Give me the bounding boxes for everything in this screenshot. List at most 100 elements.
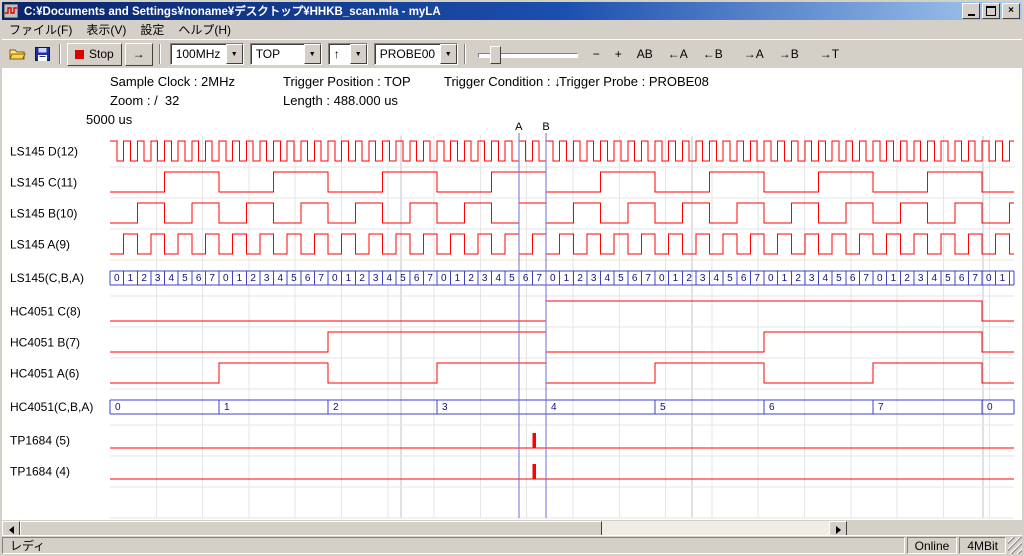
zoom-slider[interactable] [478, 44, 578, 64]
toolbar-separator [464, 44, 466, 64]
bus-value: 1 [128, 273, 134, 284]
trigger-position-combo[interactable]: TOP ▼ [250, 43, 322, 65]
jump-left-to-a-button[interactable]: ←A [662, 44, 694, 65]
bus-value: 3 [591, 273, 597, 284]
status-memory: 4MBit [959, 537, 1006, 554]
bus-value: 3 [155, 273, 161, 284]
status-online: Online [907, 537, 958, 554]
channel-label: LS145 C(11) [10, 176, 77, 190]
bus-value: 4 [932, 273, 938, 284]
channel-label: HC4051 C(8) [10, 305, 81, 319]
zoom-out-button[interactable]: − [587, 44, 606, 65]
arrow-left-icon [5, 526, 14, 534]
jump-right-to-b-button[interactable]: →B [773, 44, 805, 65]
channel-label: HC4051 B(7) [10, 336, 80, 350]
jump-right-to-a-button[interactable]: →A [738, 44, 770, 65]
menu-file[interactable]: ファイル(F) [2, 19, 79, 40]
slider-thumb[interactable] [490, 46, 501, 64]
bus-value: 2 [795, 273, 801, 284]
bus-value: 4 [169, 273, 175, 284]
open-button[interactable] [6, 44, 28, 64]
bus-value: 7 [863, 273, 869, 284]
resize-grip[interactable] [1008, 537, 1022, 554]
trigger-edge-value: ↑ [329, 44, 350, 64]
sample-rate-value: 100MHz [171, 44, 226, 64]
waveform-client-area: Sample Clock : 2MHz Trigger Position : T… [2, 68, 1022, 520]
bus-value: 2 [577, 273, 583, 284]
bus-value: 3 [482, 273, 488, 284]
stop-icon [75, 50, 84, 59]
trigger-edge-combo[interactable]: ↑ ▼ [328, 43, 368, 65]
stop-button[interactable]: Stop [67, 43, 122, 66]
titlebar[interactable]: C:¥Documents and Settings¥noname¥デスクトップ¥… [2, 2, 1022, 20]
bus-value: 3 [918, 273, 924, 284]
bus-value: 3 [373, 273, 379, 284]
waveform-trace [110, 172, 1014, 192]
bus-value: 1 [237, 273, 243, 284]
maximize-button[interactable] [982, 3, 1000, 19]
menu-view[interactable]: 表示(V) [79, 19, 133, 40]
menu-settings[interactable]: 設定 [133, 19, 171, 40]
minimize-button[interactable] [962, 3, 980, 19]
chevron-down-icon[interactable]: ▼ [440, 44, 457, 64]
bus-value: 7 [878, 402, 884, 413]
channel-label: LS145 A(9) [10, 238, 70, 252]
bus-value: 3 [700, 273, 706, 284]
run-button[interactable]: → [125, 43, 153, 66]
bus-value: 5 [509, 273, 515, 284]
chevron-down-icon[interactable]: ▼ [304, 44, 321, 64]
bus-value: 1 [1000, 273, 1006, 284]
bus-value: 7 [427, 273, 433, 284]
bus-value: 1 [346, 273, 352, 284]
bus-value: 5 [945, 273, 951, 284]
zoom-in-button[interactable]: + [609, 44, 628, 65]
waveform-trace [110, 332, 1014, 352]
waveform-canvas[interactable]: LS145 D(12)LS145 C(11)LS145 B(10)LS145 A… [2, 68, 1022, 520]
bus-value: 2 [686, 273, 692, 284]
bus-value: 7 [645, 273, 651, 284]
close-button[interactable]: × [1002, 3, 1020, 19]
jump-left-to-b-button[interactable]: ←B [697, 44, 729, 65]
waveform-trace [110, 301, 1014, 321]
channel-label: TP1684 (4) [10, 465, 70, 479]
bus-value: 0 [332, 273, 338, 284]
bus-value: 0 [768, 273, 774, 284]
stop-label: Stop [89, 47, 114, 61]
menubar: ファイル(F) 表示(V) 設定 ヘルプ(H) [2, 20, 1022, 39]
bus-value: 3 [442, 402, 448, 413]
waveform-trace [110, 363, 1014, 383]
bus-value: 0 [877, 273, 883, 284]
sample-rate-combo[interactable]: 100MHz ▼ [170, 43, 244, 65]
bus-value: 0 [114, 273, 120, 284]
bus-value: 0 [115, 402, 121, 413]
bus-value: 5 [727, 273, 733, 284]
chevron-down-icon[interactable]: ▼ [350, 44, 367, 64]
run-arrow-icon: → [133, 47, 145, 61]
bus-value: 2 [333, 402, 339, 413]
bus-value: 7 [318, 273, 324, 284]
pulse-mark [533, 433, 536, 448]
trigger-probe-combo[interactable]: PROBE00 ▼ [374, 43, 458, 65]
bus-value: 2 [468, 273, 474, 284]
bus-value: 6 [769, 402, 775, 413]
menu-help[interactable]: ヘルプ(H) [171, 19, 238, 40]
jump-to-trigger-button[interactable]: →T [814, 44, 845, 65]
zoom-ab-button[interactable]: AB [631, 44, 659, 65]
bus-value: 1 [224, 402, 230, 413]
marker-label: A [515, 121, 523, 133]
bus-value: 5 [618, 273, 624, 284]
save-button[interactable] [31, 44, 53, 64]
bus-value: 6 [523, 273, 529, 284]
arrow-right-icon [836, 526, 845, 534]
minimize-icon [968, 14, 975, 16]
pulse-mark [533, 464, 536, 479]
bus-value: 0 [659, 273, 665, 284]
bus-value: 2 [141, 273, 147, 284]
bus-value: 6 [959, 273, 965, 284]
bus-value: 2 [904, 273, 910, 284]
bus-value: 1 [673, 273, 679, 284]
channel-label: LS145 B(10) [10, 207, 77, 221]
bus-value: 4 [496, 273, 502, 284]
app-icon [4, 4, 20, 18]
chevron-down-icon[interactable]: ▼ [226, 44, 243, 64]
